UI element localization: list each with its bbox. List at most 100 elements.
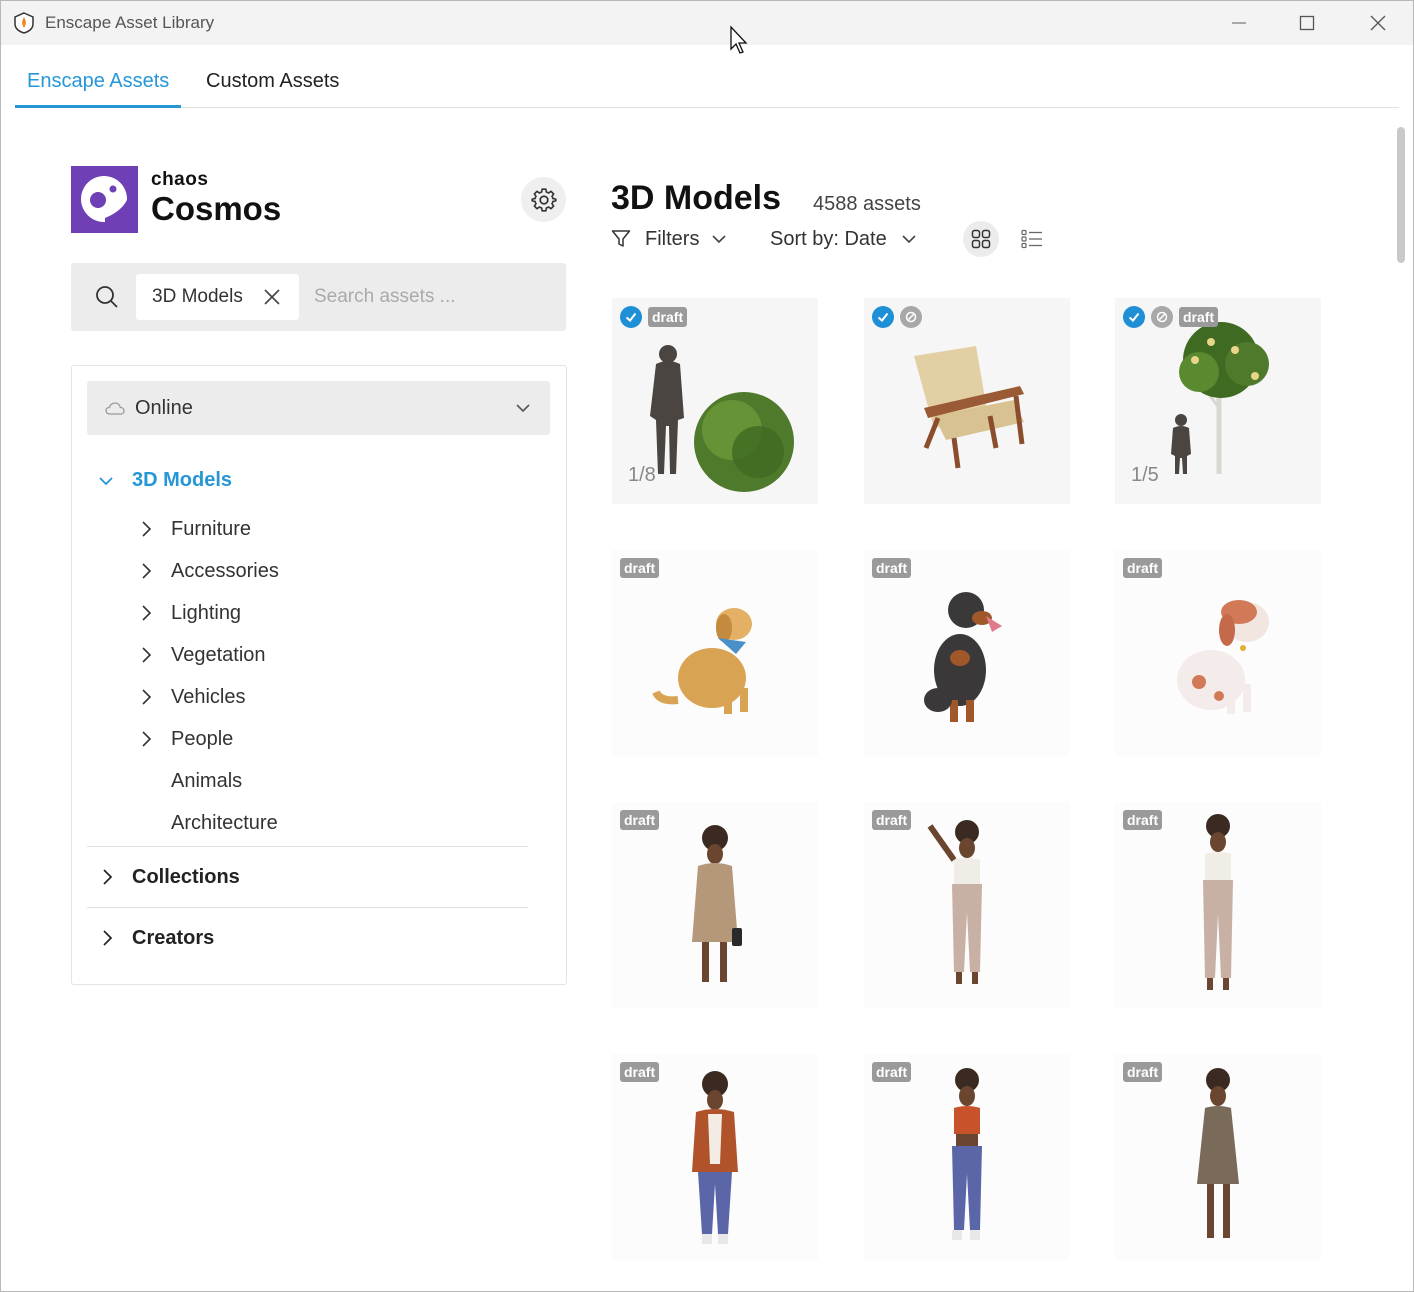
asset-card[interactable]: draft xyxy=(864,550,1070,756)
filters-button[interactable]: Filters xyxy=(611,226,727,252)
variant-counter: 1/5 xyxy=(1131,464,1159,486)
asset-badges: draft xyxy=(1123,1062,1163,1082)
gear-icon xyxy=(530,187,557,212)
asset-badges: draft xyxy=(1123,306,1219,328)
tab-enscape-assets[interactable]: Enscape Assets xyxy=(15,59,182,108)
brand-cosmos: Cosmos xyxy=(151,190,282,227)
asset-badges: draft xyxy=(620,558,660,578)
asset-thumbnail-woman-jacket xyxy=(692,1071,738,1244)
asset-badges: draft xyxy=(620,306,688,328)
cosmos-logo-icon xyxy=(81,176,127,222)
chevron-down-icon[interactable] xyxy=(98,474,114,488)
chevron-right-icon[interactable] xyxy=(140,604,152,622)
search-bar: 3D Models Search assets ... xyxy=(71,263,566,331)
tab-custom-assets[interactable]: Custom Assets xyxy=(194,59,351,105)
chip-label: 3D Models xyxy=(152,286,243,307)
grid-view-button[interactable] xyxy=(963,221,999,257)
draft-badge: draft xyxy=(620,1062,660,1082)
tree-item-animals[interactable]: Animals xyxy=(171,770,242,793)
cloud-icon xyxy=(105,402,125,415)
chevron-right-icon[interactable] xyxy=(140,562,152,580)
grid-icon xyxy=(971,229,991,249)
window-title: Enscape Asset Library xyxy=(45,13,215,32)
asset-card[interactable]: draft 1/5 xyxy=(1115,298,1321,504)
tree-section-collections[interactable]: Collections xyxy=(132,866,240,889)
asset-card[interactable]: draft xyxy=(612,550,818,756)
asset-badges: draft xyxy=(872,558,912,578)
asset-card[interactable]: draft xyxy=(864,802,1070,1008)
chevron-right-icon[interactable] xyxy=(101,929,113,947)
source-selected: Online xyxy=(135,397,193,419)
asset-badges: draft xyxy=(1123,810,1163,830)
asset-thumbnail-woman-coat xyxy=(692,825,742,982)
brand-chaos: chaos xyxy=(151,169,209,190)
tree-item-accessories[interactable]: Accessories xyxy=(171,560,279,583)
asset-card[interactable] xyxy=(864,298,1070,504)
tree-item-architecture[interactable]: Architecture xyxy=(171,812,278,835)
asset-card[interactable]: draft xyxy=(612,802,818,1008)
draft-badge: draft xyxy=(620,558,660,578)
asset-count: 4588 assets xyxy=(813,193,921,215)
search-input[interactable]: Search assets ... xyxy=(314,286,456,308)
filter-chip-3d-models: 3D Models xyxy=(136,274,299,320)
asset-thumbnail-pointer-dog xyxy=(1177,600,1269,714)
minimize-icon xyxy=(1232,22,1246,24)
draft-badge: draft xyxy=(872,1062,912,1082)
draft-badge: draft xyxy=(620,810,660,830)
draft-badge: draft xyxy=(872,558,912,578)
search-icon[interactable] xyxy=(95,285,119,309)
chevron-right-icon[interactable] xyxy=(140,520,152,538)
asset-thumbnail-armchair xyxy=(914,346,1025,469)
draft-badge: draft xyxy=(1179,307,1219,327)
tree-item-lighting[interactable]: Lighting xyxy=(171,602,241,625)
maximize-icon xyxy=(1299,15,1315,31)
draft-badge: draft xyxy=(648,307,688,327)
tree-item-people[interactable]: People xyxy=(171,728,233,751)
close-icon xyxy=(1370,15,1386,31)
check-icon[interactable] xyxy=(1123,306,1145,328)
draft-badge: draft xyxy=(1123,558,1163,578)
remove-chip-icon[interactable] xyxy=(263,288,281,306)
minimize-button[interactable] xyxy=(1205,1,1273,45)
asset-card[interactable]: draft xyxy=(612,1054,818,1260)
list-view-button[interactable] xyxy=(1014,221,1050,257)
check-icon[interactable] xyxy=(872,306,894,328)
asset-badges: draft xyxy=(872,810,912,830)
tree-item-vehicles[interactable]: Vehicles xyxy=(171,686,246,709)
tree-item-vegetation[interactable]: Vegetation xyxy=(171,644,266,667)
chevron-right-icon[interactable] xyxy=(101,868,113,886)
asset-thumbnail-rottweiler xyxy=(924,592,1002,722)
sync-status-icon xyxy=(1151,306,1173,328)
page-title: 3D Models xyxy=(611,179,782,217)
tree-item-furniture[interactable]: Furniture xyxy=(171,518,251,541)
asset-badges: draft xyxy=(620,810,660,830)
title-bar[interactable]: Enscape Asset Library xyxy=(1,1,1413,54)
asset-card[interactable]: draft xyxy=(1115,1054,1321,1260)
chevron-down-icon xyxy=(902,235,916,244)
draft-badge: draft xyxy=(1123,810,1163,830)
sort-dropdown[interactable]: Sort by: Date xyxy=(770,226,917,252)
scrollbar-thumb[interactable] xyxy=(1397,127,1405,263)
asset-thumbnail-woman-pointing xyxy=(927,820,982,984)
source-dropdown[interactable]: Online xyxy=(87,381,550,435)
asset-card[interactable]: draft xyxy=(864,1054,1070,1260)
maximize-button[interactable] xyxy=(1273,1,1341,45)
asset-card[interactable]: draft 1/8 xyxy=(612,298,818,504)
check-icon[interactable] xyxy=(620,306,642,328)
settings-button[interactable] xyxy=(521,177,566,222)
asset-thumbnail-woman-dress xyxy=(1197,1068,1239,1238)
chevron-right-icon[interactable] xyxy=(140,730,152,748)
chevron-right-icon[interactable] xyxy=(140,688,152,706)
variant-counter: 1/8 xyxy=(628,464,656,486)
sync-status-icon xyxy=(900,306,922,328)
asset-badges: draft xyxy=(1123,558,1163,578)
filters-label: Filters xyxy=(645,227,700,250)
asset-card[interactable]: draft xyxy=(1115,550,1321,756)
asset-thumbnail-woman-crop-top xyxy=(952,1068,982,1240)
tree-section-creators[interactable]: Creators xyxy=(132,927,214,950)
close-button[interactable] xyxy=(1344,1,1412,45)
tree-item-3d-models[interactable]: 3D Models xyxy=(132,469,232,492)
chevron-right-icon[interactable] xyxy=(140,646,152,664)
asset-card[interactable]: draft xyxy=(1115,802,1321,1008)
list-icon xyxy=(1021,229,1042,249)
